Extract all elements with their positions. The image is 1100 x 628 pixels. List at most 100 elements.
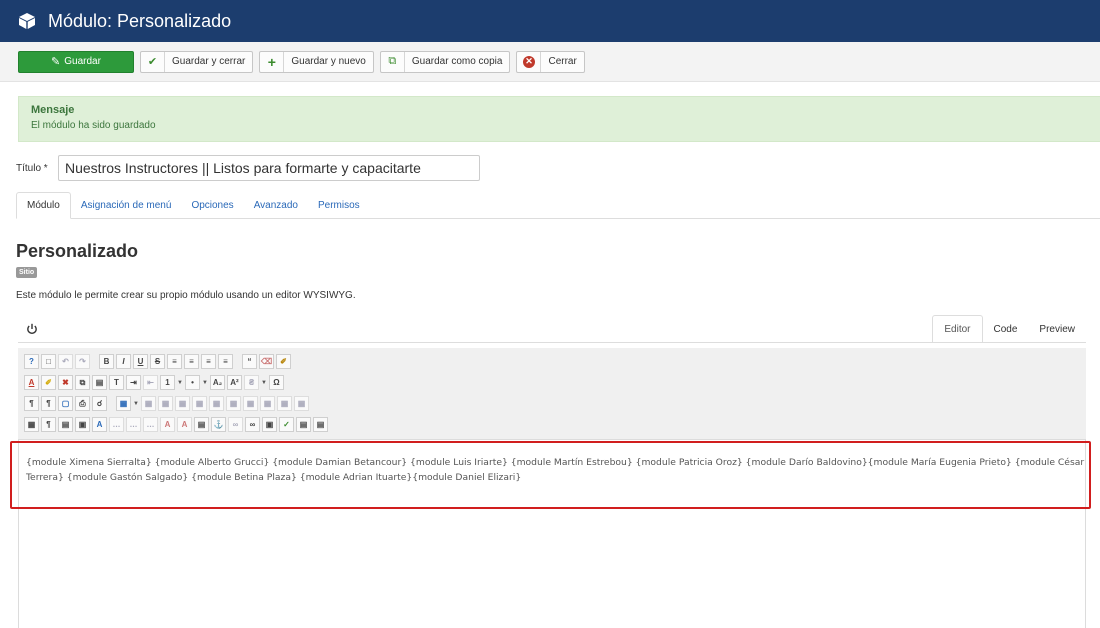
module-tabs: Módulo Asignación de menú Opciones Avanz…	[16, 192, 1100, 219]
align-right-icon[interactable]: ≡	[201, 354, 216, 369]
strikethrough-icon[interactable]: S	[150, 354, 165, 369]
font-size-dropdown-icon[interactable]: ▼	[261, 380, 267, 386]
close-label: Cerrar	[548, 56, 577, 67]
pagebreak-icon[interactable]: ▤	[313, 417, 328, 432]
editor-tab-code[interactable]: Code	[983, 315, 1029, 343]
page-header: Módulo: Personalizado	[0, 0, 1100, 42]
text-color-icon[interactable]: A	[24, 375, 39, 390]
font-size-icon[interactable]: ₴	[244, 375, 259, 390]
align-center-icon[interactable]: ≡	[184, 354, 199, 369]
save-and-new-label: Guardar y nuevo	[291, 56, 366, 67]
tab-modulo[interactable]: Módulo	[16, 192, 71, 219]
tab-avanzado[interactable]: Avanzado	[244, 192, 308, 219]
bullet-list-icon[interactable]: •	[185, 375, 200, 390]
title-input[interactable]	[58, 155, 480, 181]
indent-icon[interactable]: ⇥	[126, 375, 141, 390]
new-document-icon[interactable]: □	[41, 354, 56, 369]
align-left-icon[interactable]: ≡	[167, 354, 182, 369]
numbered-list-dropdown-icon[interactable]: ▼	[177, 380, 183, 386]
rtl-direction-icon[interactable]: ¶	[41, 396, 56, 411]
save-as-copy-button[interactable]: ⧉ Guardar como copia	[379, 50, 511, 73]
table-insert-col-after-icon[interactable]: ▦	[243, 396, 258, 411]
spellcheck-icon[interactable]: ✓	[279, 417, 294, 432]
close-button[interactable]: ✕ Cerrar	[516, 50, 585, 73]
table-merge-cells-icon[interactable]: ▦	[294, 396, 309, 411]
save-and-close-button[interactable]: ✔ Guardar y cerrar	[140, 50, 254, 73]
italic-icon[interactable]: I	[116, 354, 131, 369]
cite-icon[interactable]: …	[109, 417, 124, 432]
editor-tab-editor[interactable]: Editor	[932, 315, 983, 343]
align-justify-icon[interactable]: ≡	[218, 354, 233, 369]
numbered-list-icon[interactable]: 1	[160, 375, 175, 390]
tab-asignacion-de-menu[interactable]: Asignación de menú	[71, 192, 182, 219]
table-icon[interactable]: ▦	[116, 396, 131, 411]
delete-text-icon[interactable]: A	[160, 417, 175, 432]
underline-icon[interactable]: U	[133, 354, 148, 369]
power-toggle-icon[interactable]	[26, 323, 38, 335]
anchor-icon[interactable]: ⚓	[211, 417, 226, 432]
unlink-icon[interactable]: ∞	[228, 417, 243, 432]
visual-aid-icon[interactable]: ▦	[24, 417, 39, 432]
tab-opciones[interactable]: Opciones	[181, 192, 243, 219]
toolbar-row-4: ▦ ¶ ▤ ▣ A … … … A A ▤ ⚓ ∞ ∞ ▣ ✓ ▤ ▤	[24, 414, 1080, 435]
table-cell-props-icon[interactable]: ▦	[158, 396, 173, 411]
undo-icon[interactable]: ↶	[58, 354, 73, 369]
special-character-icon[interactable]: Ω	[269, 375, 284, 390]
redo-icon[interactable]: ↷	[75, 354, 90, 369]
save-button[interactable]: ✎ Guardar	[18, 50, 134, 73]
site-badge: Sitio	[16, 267, 38, 278]
save-and-new-button[interactable]: + Guardar y nuevo	[259, 50, 374, 73]
eraser-icon[interactable]: ⌫	[259, 354, 274, 369]
blockquote-icon[interactable]: “	[242, 354, 257, 369]
table-split-cells-icon[interactable]: ▦	[277, 396, 292, 411]
insert-text-icon[interactable]: A	[177, 417, 192, 432]
cleanup-brush-icon[interactable]: ✐	[276, 354, 291, 369]
message-title: Mensaje	[31, 104, 75, 116]
outdent-icon[interactable]: ⇤	[143, 375, 158, 390]
paste-icon[interactable]: ▤	[92, 375, 107, 390]
table-insert-row-after-icon[interactable]: ▦	[192, 396, 207, 411]
image-icon[interactable]: ▣	[262, 417, 277, 432]
highlight-color-icon[interactable]: ✐	[41, 375, 56, 390]
table-delete-row-icon[interactable]: ▦	[209, 396, 224, 411]
title-field-row: Título *	[16, 155, 480, 181]
tab-permisos[interactable]: Permisos	[308, 192, 370, 219]
print-icon[interactable]: ⎙	[75, 396, 90, 411]
fullscreen-icon[interactable]: ▢	[58, 396, 73, 411]
ltr-direction-icon[interactable]: ¶	[24, 396, 39, 411]
attributes-icon[interactable]: ▤	[194, 417, 209, 432]
table-insert-col-before-icon[interactable]: ▦	[226, 396, 241, 411]
link-icon[interactable]: ∞	[245, 417, 260, 432]
title-label: Título *	[16, 163, 58, 174]
table-insert-row-before-icon[interactable]: ▦	[175, 396, 190, 411]
acronym-icon[interactable]: …	[143, 417, 158, 432]
horizontal-rule-icon[interactable]: ▤	[296, 417, 311, 432]
page-title: Módulo: Personalizado	[48, 10, 232, 31]
module-heading: Personalizado	[16, 241, 139, 261]
table-row-props-icon[interactable]: ▦	[141, 396, 156, 411]
close-icon: ✕	[517, 51, 542, 72]
bold-icon[interactable]: B	[99, 354, 114, 369]
layer-icon[interactable]: ▣	[75, 417, 90, 432]
module-description: Este módulo le permite crear su propio m…	[16, 290, 356, 301]
template-icon[interactable]: ▤	[58, 417, 73, 432]
editor-tab-preview[interactable]: Preview	[1028, 315, 1086, 343]
show-blocks-icon[interactable]: ¶	[41, 417, 56, 432]
save-as-copy-label: Guardar como copia	[411, 56, 503, 67]
copy-icon[interactable]: ⧉	[75, 375, 90, 390]
style-props-icon[interactable]: A	[92, 417, 107, 432]
superscript-icon[interactable]: A²	[227, 375, 242, 390]
help-icon[interactable]: ?	[24, 354, 39, 369]
paste-text-icon[interactable]: T	[109, 375, 124, 390]
toolbar-row-1: ? □ ↶ ↷ B I U S ≡ ≡ ≡ ≡ “ ⌫ ✐	[24, 351, 1080, 372]
checkmark-icon: ✔	[141, 51, 165, 72]
title-label-text: Título	[16, 162, 42, 174]
toolbar-row-2: A ✐ ✖ ⧉ ▤ T ⇥ ⇤ 1 ▼ • ▼ A₂ A² ₴ ▼ Ω	[24, 372, 1080, 393]
table-delete-col-icon[interactable]: ▦	[260, 396, 275, 411]
subscript-icon[interactable]: A₂	[210, 375, 225, 390]
search-icon[interactable]: ☌	[92, 396, 107, 411]
abbreviation-icon[interactable]: …	[126, 417, 141, 432]
bullet-list-dropdown-icon[interactable]: ▼	[202, 380, 208, 386]
cut-icon[interactable]: ✖	[58, 375, 73, 390]
table-dropdown-icon[interactable]: ▼	[133, 401, 139, 407]
